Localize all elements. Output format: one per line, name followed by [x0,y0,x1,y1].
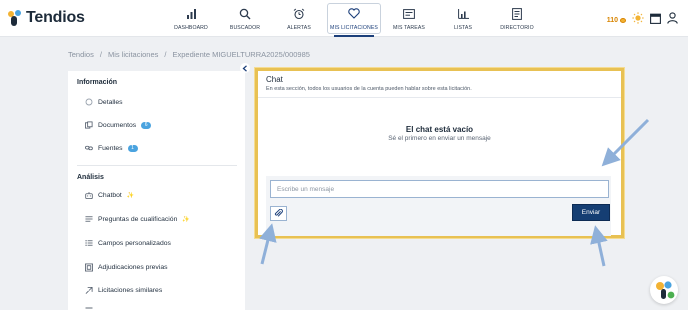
nav-label: MIS TAREAS [393,24,425,31]
document-icon [85,306,93,310]
calendar-icon[interactable] [650,11,661,29]
breadcrumb-separator: / [164,50,167,59]
chevron-left-icon [242,59,248,77]
fields-icon [85,239,93,247]
tendios-logo[interactable]: Tendios [8,9,85,27]
nav-item-dashboard[interactable]: DASHBOARD [165,0,217,37]
breadcrumb-separator: / [99,50,102,59]
nav-item-directorio[interactable]: DIRECTORIO [491,0,543,37]
top-right-controls: 110 [607,11,678,29]
sidebar-item-chatbot[interactable]: Chatbot ✨ [85,189,134,201]
sidebar-item-detalles[interactable]: Detalles [85,96,123,108]
sparkle-icon: ✨ [182,216,190,223]
top-navigation-bar: Tendios DASHBOARD BUSCADOR ALERTAS MIS L… [0,0,688,37]
arrow-to-send-button [590,225,608,267]
sidebar-item-label: Chatbot [98,191,122,199]
chat-header-divider [258,97,621,98]
sidebar-item-label: Documentos [98,121,137,129]
task-board-icon [402,7,416,21]
sun-icon[interactable] [632,11,644,29]
empty-chat-title: El chat está vacío [405,125,474,134]
main-nav: DASHBOARD BUSCADOR ALERTAS MIS LICITACIO… [165,0,545,37]
logo-mark-icon [8,10,22,26]
section-title-informacion: Información [77,79,118,86]
search-icon [238,7,252,21]
circle-icon [85,98,93,106]
coin-icon [620,17,626,23]
heart-icon [347,7,361,21]
user-icon[interactable] [667,11,678,29]
sidebar-item-label: Licitaciones similares [98,286,163,294]
message-input[interactable] [270,180,609,198]
nav-item-mis-tareas[interactable]: MIS TAREAS [383,0,435,37]
sidebar-item-label: Campos personalizados [98,239,171,247]
bar-chart-icon [184,7,198,21]
questions-icon [85,215,93,223]
chat-panel: Chat En esta sección, todos los usuarios… [255,68,624,238]
paperclip-icon [274,205,283,223]
chat-subtitle: En esta sección, todos los usuarios de l… [266,86,472,92]
sidebar-item-licitaciones-similares[interactable]: Licitaciones similares [85,284,162,296]
similar-icon [85,286,93,294]
breadcrumb-link-mis-licitaciones[interactable]: Mis licitaciones [108,50,158,59]
section-divider [77,165,237,166]
nav-item-listas[interactable]: LISTAS [437,0,489,37]
nav-label: BUSCADOR [229,24,261,31]
sidebar-item-label: Preguntas de cualificación [98,215,178,223]
sidebar-item-fuentes[interactable]: Fuentes 1 [85,142,138,154]
breadcrumb-link-home[interactable]: Tendios [68,50,94,59]
nav-item-alertas[interactable]: ALERTAS [273,0,325,37]
sidebar-item-label: Detalles [98,98,123,106]
app-name: Tendios [26,9,85,26]
section-title-analisis: Análisis [77,174,104,181]
sidebar-item-campos-personalizados[interactable]: Campos personalizados [85,237,171,249]
nav-label: DASHBOARD [174,24,208,31]
nav-label: ALERTAS [287,24,311,31]
credits-value: 110 [606,16,618,24]
documents-count-badge: 6 [141,121,152,129]
sparkle-icon: ✨ [126,192,135,199]
nav-label: MIS LICITACIONES [330,24,378,31]
breadcrumb-current: Expediente MIGUELTURRA2025/000985 [172,50,310,59]
message-composer: Enviar [266,176,611,236]
send-button[interactable]: Enviar [572,204,610,221]
sidebar-item-preguntas-cualificacion[interactable]: Preguntas de cualificación ✨ [85,213,190,225]
floating-chat-button[interactable] [650,276,678,304]
chat-logo-icon [656,281,675,299]
breadcrumb: Tendios / Mis licitaciones / Expediente … [68,50,310,59]
documents-icon [85,121,93,129]
sidebar-item-next[interactable] [85,304,93,310]
credits-counter[interactable]: 110 [607,17,626,24]
sidebar-item-adjudicaciones-previas[interactable]: Adjudicaciones previas [85,261,168,273]
sources-count-badge: 1 [127,144,138,152]
chatbot-icon [85,191,93,199]
nav-item-buscador[interactable]: BUSCADOR [219,0,271,37]
sidebar: Información Detalles Documentos 6 Fuente… [68,71,245,310]
empty-chat-subtitle: Sé el primero en enviar un mensaje [388,135,491,142]
list-chart-icon [456,7,470,21]
nav-label: DIRECTORIO [500,24,534,31]
sidebar-item-label: Fuentes [98,144,123,152]
nav-item-mis-licitaciones[interactable]: MIS LICITACIONES [327,3,381,37]
sidebar-item-documentos[interactable]: Documentos 6 [85,119,152,131]
attach-button[interactable] [270,206,287,221]
chat-title: Chat [266,75,283,84]
directory-icon [510,7,524,21]
nav-label: LISTAS [453,24,473,31]
awards-icon [85,263,93,271]
sidebar-item-label: Adjudicaciones previas [98,263,168,271]
collapse-sidebar-button[interactable] [240,63,250,73]
link-icon [85,144,93,152]
alarm-clock-icon [292,7,306,21]
